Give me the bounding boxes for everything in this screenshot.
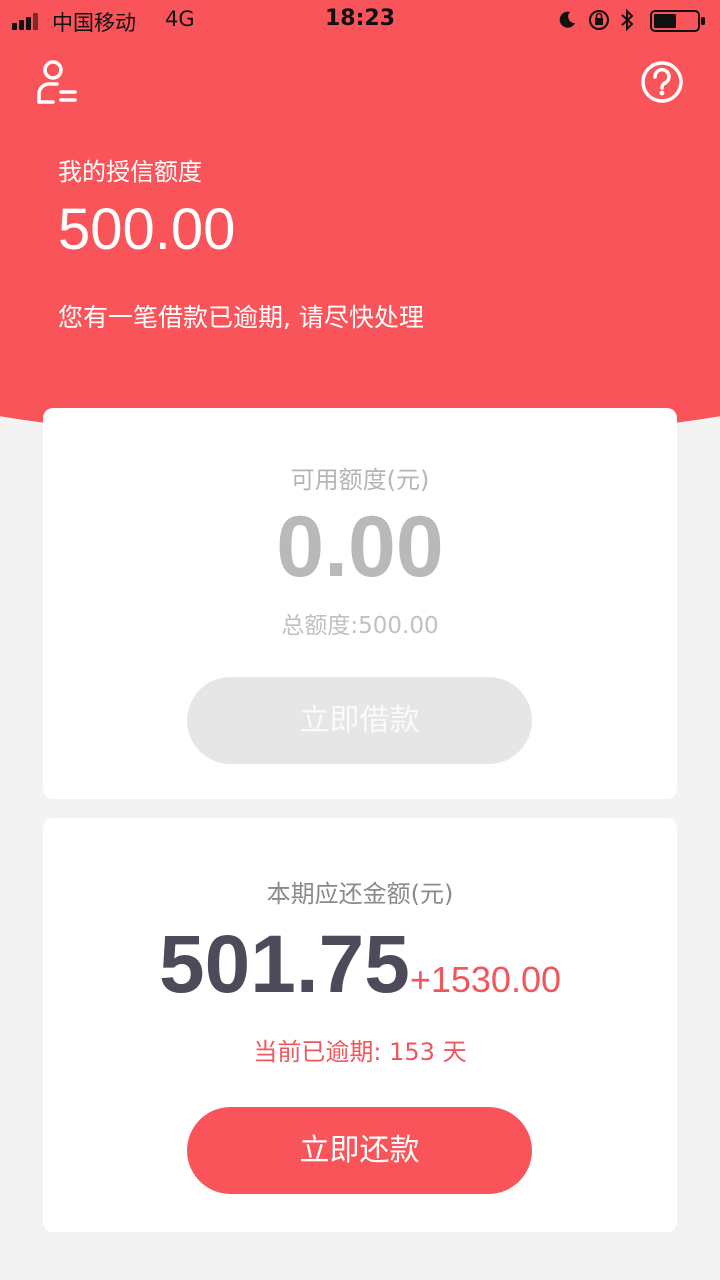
total-quota: 总额度:500.00 [281, 613, 439, 639]
status-bar: 中国移动 4G 18:23 [0, 0, 720, 40]
amount-due: 501.75 [159, 919, 410, 1010]
loan-card: 可用额度(元) 0.00 总额度:500.00 立即借款 [43, 408, 677, 799]
credit-limit-amount: 500.00 [58, 197, 236, 262]
overdue-penalty-amount: +1530.00 [409, 959, 561, 1000]
amount-due-row: 501.75+1530.00 [43, 918, 677, 1012]
repay-now-button[interactable]: 立即还款 [187, 1107, 532, 1194]
moon-icon [559, 11, 575, 28]
credit-limit-label: 我的授信额度 [58, 158, 202, 186]
rotation-lock-icon [589, 10, 609, 30]
overdue-notice: 您有一笔借款已逾期, 请尽快处理 [58, 303, 424, 332]
available-credit-amount: 0.00 [276, 499, 444, 595]
overdue-days: 当前已逾期: 153 天 [253, 1038, 467, 1066]
battery-icon [650, 10, 705, 32]
amount-due-label: 本期应还金额(元) [266, 880, 454, 908]
help-icon[interactable] [640, 60, 684, 104]
available-credit-label: 可用额度(元) [290, 466, 430, 494]
header-banner: 中国移动 4G 18:23 我的授信额度 500.00 您有一笔借款已逾期, 请… [0, 0, 720, 440]
status-icons [546, 7, 706, 33]
bluetooth-icon [621, 8, 634, 32]
borrow-now-button[interactable]: 立即借款 [187, 677, 532, 764]
repayment-card: 本期应还金额(元) 501.75+1530.00 当前已逾期: 153 天 立即… [43, 818, 677, 1232]
user-icon[interactable] [35, 58, 79, 106]
